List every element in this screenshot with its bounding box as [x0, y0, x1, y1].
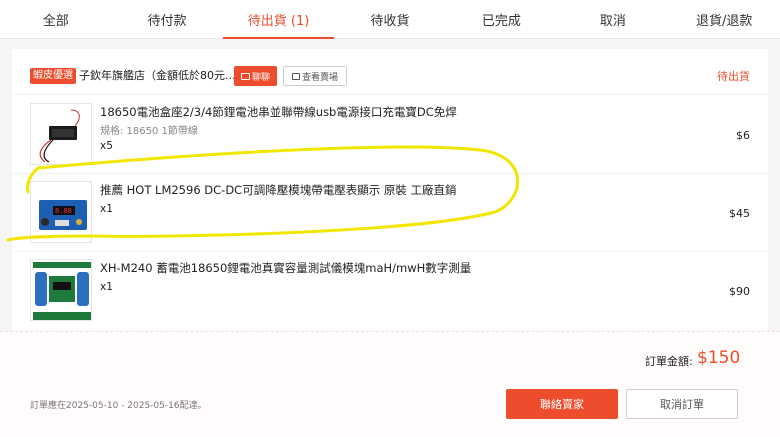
- tab-all[interactable]: 全部: [0, 0, 111, 38]
- contact-seller-button[interactable]: 聯絡賣家: [506, 389, 618, 419]
- product-price: $90: [729, 285, 750, 298]
- tab-to-receive[interactable]: 待收貨: [334, 0, 445, 38]
- tab-to-ship[interactable]: 待出貨 (1): [222, 0, 335, 39]
- order-total-label: 訂單金額:: [645, 355, 693, 368]
- product-qty: x1: [100, 281, 113, 293]
- product-name: 推薦 HOT LM2596 DC-DC可調降壓模塊帶電壓表顯示 原裝 工廠直銷: [100, 183, 457, 197]
- product-image: 8.88: [30, 181, 92, 243]
- view-shop-button[interactable]: 查看賣場: [283, 66, 347, 86]
- product-image: [30, 103, 92, 165]
- order-footer: [0, 331, 780, 437]
- order-item[interactable]: 18650電池盒座2/3/4節鋰電池串並聯帶線usb電源接口充電寶DC免焊 規格…: [12, 96, 768, 174]
- preferred-badge: 蝦皮優選: [30, 68, 76, 84]
- product-spec: 規格: 18650 1節帶線: [100, 126, 198, 137]
- chat-icon: [240, 72, 250, 80]
- product-qty: x1: [100, 203, 113, 215]
- tab-to-pay[interactable]: 待付款: [111, 0, 222, 38]
- product-price: $6: [736, 129, 750, 142]
- order-item[interactable]: 8.88 推薦 HOT LM2596 DC-DC可調降壓模塊帶電壓表顯示 原裝 …: [12, 174, 768, 252]
- cancel-order-button[interactable]: 取消訂單: [626, 389, 738, 419]
- shop-name[interactable]: 子欽年旗艦店（金額低於80元...: [79, 68, 236, 84]
- delivery-note: 訂單應在2025-05-10 - 2025-05-16配達。: [30, 401, 207, 411]
- order-status: 待出貨: [717, 70, 750, 83]
- view-shop-label: 查看賣場: [301, 72, 338, 83]
- order-status-tabs: 全部 待付款 待出貨 (1) 待收貨 已完成 取消 退貨/退款: [0, 0, 780, 39]
- chat-label: 聊聊: [251, 72, 270, 83]
- tab-cancelled[interactable]: 取消: [557, 0, 668, 38]
- shop-icon: [291, 72, 300, 80]
- svg-text:8.88: 8.88: [55, 207, 72, 215]
- tab-completed[interactable]: 已完成: [446, 0, 557, 38]
- product-price: $45: [729, 207, 750, 220]
- order-card: 蝦皮優選 子欽年旗艦店（金額低於80元... 聊聊 查看賣場 待出貨 18650…: [12, 49, 768, 331]
- product-image: [30, 259, 92, 321]
- order-item[interactable]: XH-M240 蓄電池18650鋰電池真實容量測試儀模塊maH/mwH數字測量 …: [12, 252, 768, 331]
- chat-button[interactable]: 聊聊: [234, 66, 277, 86]
- order-total-value: $150: [697, 348, 741, 368]
- shop-header: 蝦皮優選 子欽年旗艦店（金額低於80元... 聊聊 查看賣場 待出貨: [12, 49, 768, 95]
- product-name: XH-M240 蓄電池18650鋰電池真實容量測試儀模塊maH/mwH數字測量: [100, 261, 472, 275]
- product-qty: x5: [100, 140, 113, 152]
- tab-return-refund[interactable]: 退貨/退款: [669, 0, 780, 38]
- product-name: 18650電池盒座2/3/4節鋰電池串並聯帶線usb電源接口充電寶DC免焊: [100, 105, 457, 119]
